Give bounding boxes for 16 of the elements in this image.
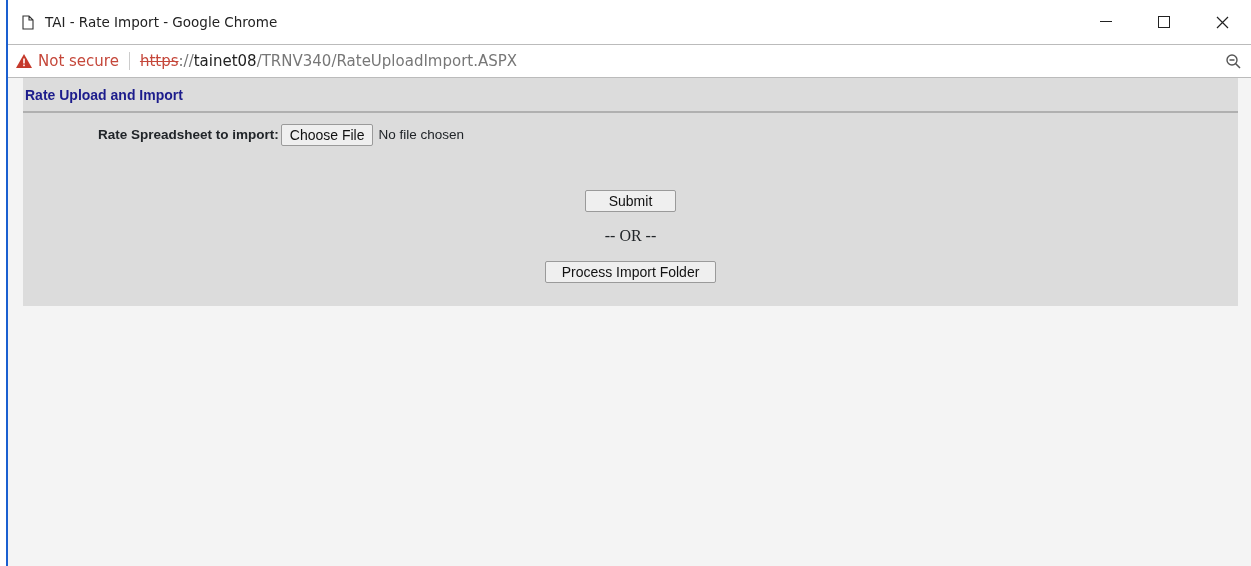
submit-button[interactable]: Submit (584, 190, 677, 212)
zoom-out-icon[interactable] (1226, 53, 1241, 69)
page-icon (22, 14, 34, 30)
warning-icon (16, 54, 32, 68)
minimize-icon (1100, 21, 1112, 23)
process-button[interactable]: Process Import Folder (544, 261, 717, 283)
url-text[interactable]: https://tainet08/TRNV340/RateUploadImport.ASPX (139, 49, 518, 73)
security-label[interactable]: Not secure (38, 49, 119, 73)
close-icon (1215, 15, 1229, 29)
page-heading: Rate Upload and Import (25, 87, 183, 103)
separator-text: -- OR -- (604, 226, 657, 246)
field-label: Rate Spreadsheet to import: (98, 125, 279, 144)
maximize-icon (1158, 16, 1170, 28)
choose-file-button[interactable]: Choose File (280, 124, 374, 146)
window-title: TAI - Rate Import - Google Chrome (45, 12, 278, 32)
file-status: No file chosen (378, 125, 465, 144)
